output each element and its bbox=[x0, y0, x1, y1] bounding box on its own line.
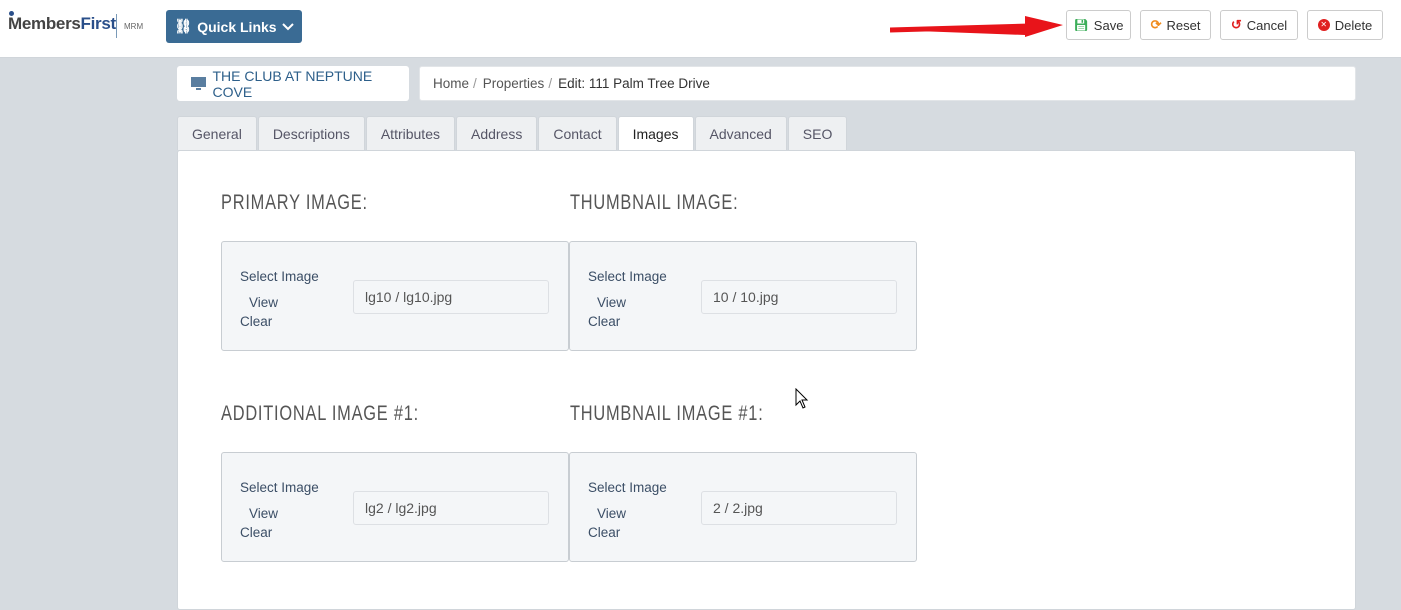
tab-general[interactable]: General bbox=[177, 116, 257, 150]
view-link[interactable]: View bbox=[597, 295, 626, 310]
logo-divider bbox=[116, 14, 117, 38]
view-link[interactable]: View bbox=[249, 506, 278, 521]
select-image-link[interactable]: Select Image bbox=[588, 480, 667, 495]
red-arrow-annotation bbox=[890, 16, 1063, 37]
logo[interactable]: MembersFirst bbox=[8, 11, 116, 34]
save-button[interactable]: 💾︎ Save bbox=[1066, 10, 1131, 40]
view-link[interactable]: View bbox=[249, 295, 278, 310]
close-circle-icon: ✕ bbox=[1317, 19, 1330, 31]
thumbnail-image-picker: Select Image View Clear 10 / 10.jpg bbox=[569, 241, 917, 351]
images-panel: PRIMARY IMAGE: THUMBNAIL IMAGE: ADDITION… bbox=[177, 150, 1356, 610]
tab-bar: General Descriptions Attributes Address … bbox=[177, 116, 848, 151]
tab-seo[interactable]: SEO bbox=[787, 116, 848, 150]
logo-sub: MRM bbox=[124, 22, 144, 31]
select-image-link[interactable]: Select Image bbox=[240, 269, 319, 284]
tab-descriptions[interactable]: Descriptions bbox=[257, 116, 365, 150]
link-icon: ⛓ bbox=[174, 18, 193, 34]
image-path-field[interactable]: 10 / 10.jpg bbox=[701, 280, 897, 314]
clear-link[interactable]: Clear bbox=[588, 525, 620, 540]
breadcrumb: Home / Properties / Edit: 111 Palm Tree Dr… bbox=[419, 66, 1356, 101]
floppy-icon: 💾︎ bbox=[1073, 18, 1089, 32]
breadcrumb-current: Edit: 111 Palm Tree Drive bbox=[558, 76, 710, 91]
breadcrumb-properties[interactable]: Properties bbox=[483, 76, 545, 91]
select-image-link[interactable]: Select Image bbox=[240, 480, 319, 495]
chevron-down-icon bbox=[281, 22, 294, 30]
reset-button[interactable]: ⟳ Reset bbox=[1140, 10, 1211, 40]
tab-advanced[interactable]: Advanced bbox=[694, 116, 787, 150]
top-bar: MembersFirst MRM ⛓ Quick Links 💾︎ Save ⟳ R… bbox=[0, 0, 1401, 58]
undo-icon: ↺ bbox=[1230, 17, 1242, 32]
additional-image-1-picker: Select Image View Clear lg2 / lg2.jpg bbox=[221, 452, 569, 562]
image-path-field[interactable]: lg2 / lg2.jpg bbox=[353, 491, 549, 525]
site-selector[interactable]: THE CLUB AT NEPTUNE COVE bbox=[177, 66, 409, 101]
select-image-link[interactable]: Select Image bbox=[588, 269, 667, 284]
thumbnail-image-1-picker: Select Image View Clear 2 / 2.jpg bbox=[569, 452, 917, 562]
mouse-cursor-icon bbox=[795, 388, 809, 409]
primary-image-picker: Select Image View Clear lg10 / lg10.jpg bbox=[221, 241, 569, 351]
monitor-icon bbox=[191, 76, 206, 90]
view-link[interactable]: View bbox=[597, 506, 626, 521]
primary-image-heading: PRIMARY IMAGE: bbox=[221, 191, 368, 214]
cancel-button[interactable]: ↺ Cancel bbox=[1220, 10, 1298, 40]
thumbnail-image-heading: THUMBNAIL IMAGE: bbox=[570, 191, 739, 214]
tab-attributes[interactable]: Attributes bbox=[365, 116, 455, 150]
clear-link[interactable]: Clear bbox=[240, 525, 272, 540]
tab-contact[interactable]: Contact bbox=[538, 116, 617, 150]
delete-button[interactable]: ✕ Delete bbox=[1307, 10, 1383, 40]
additional-image-1-heading: ADDITIONAL IMAGE #1: bbox=[221, 402, 419, 425]
tab-address[interactable]: Address bbox=[455, 116, 538, 150]
thumbnail-image-1-heading: THUMBNAIL IMAGE #1: bbox=[570, 402, 764, 425]
clear-link[interactable]: Clear bbox=[240, 314, 272, 329]
image-path-field[interactable]: 2 / 2.jpg bbox=[701, 491, 897, 525]
refresh-icon: ⟳ bbox=[1150, 17, 1162, 32]
breadcrumb-home[interactable]: Home bbox=[433, 76, 469, 91]
quick-links-button[interactable]: ⛓ Quick Links bbox=[166, 10, 302, 43]
tab-images[interactable]: Images bbox=[617, 116, 694, 151]
clear-link[interactable]: Clear bbox=[588, 314, 620, 329]
image-path-field[interactable]: lg10 / lg10.jpg bbox=[353, 280, 549, 314]
